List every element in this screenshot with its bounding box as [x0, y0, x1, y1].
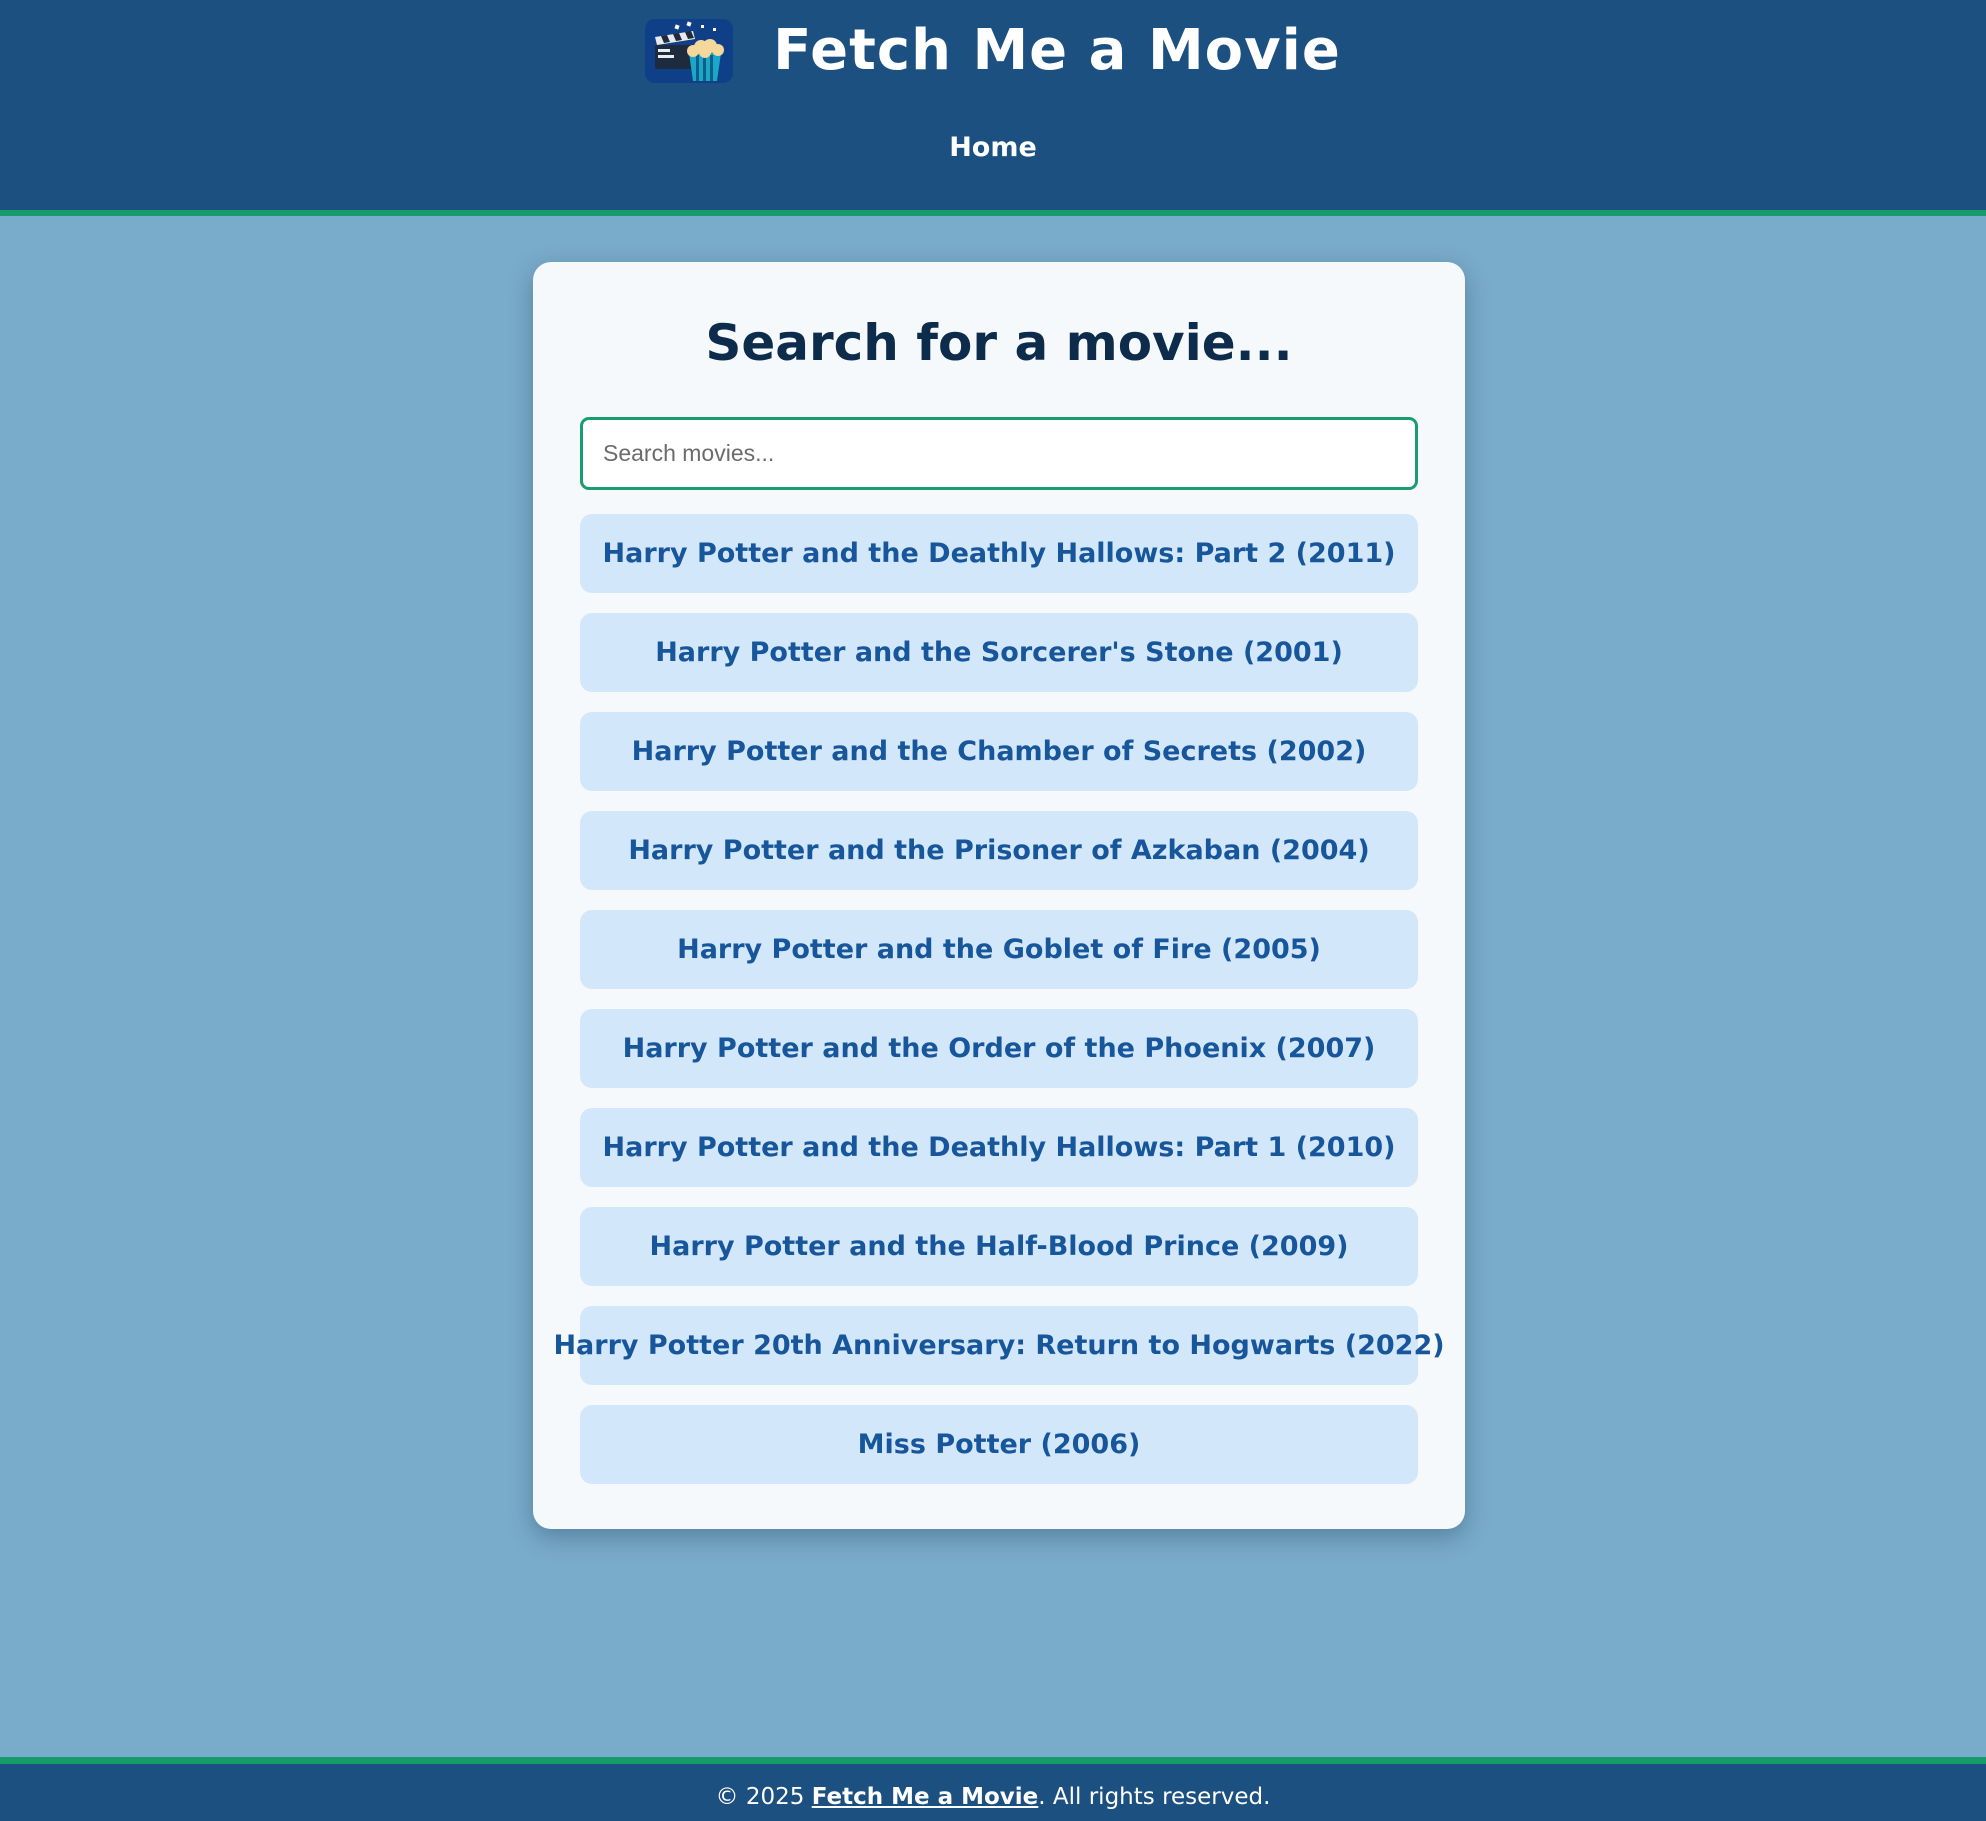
movie-result-item[interactable]: Harry Potter and the Order of the Phoeni… — [580, 1009, 1418, 1088]
movie-result-item[interactable]: Harry Potter and the Half-Blood Prince (… — [580, 1207, 1418, 1286]
footer-brand-link[interactable]: Fetch Me a Movie — [812, 1784, 1039, 1810]
nav-home-link[interactable]: Home — [949, 132, 1037, 163]
brand: Fetch Me a Movie — [0, 18, 1986, 83]
copyright-prefix: © 2025 — [715, 1784, 812, 1810]
movie-result-item[interactable]: Harry Potter 20th Anniversary: Return to… — [553, 1306, 1445, 1385]
movie-result-item[interactable]: Harry Potter and the Deathly Hallows: Pa… — [580, 514, 1418, 593]
search-input[interactable] — [580, 417, 1418, 490]
site-title: Fetch Me a Movie — [773, 18, 1341, 83]
movie-result-item[interactable]: Harry Potter and the Deathly Hallows: Pa… — [580, 1108, 1418, 1187]
copyright-text: © 2025 Fetch Me a Movie. All rights rese… — [0, 1784, 1986, 1810]
site-footer: © 2025 Fetch Me a Movie. All rights rese… — [0, 1757, 1986, 1821]
movie-result-item[interactable]: Harry Potter and the Prisoner of Azkaban… — [580, 811, 1418, 890]
main-nav: Home — [0, 132, 1986, 163]
search-card: Search for a movie... Harry Potter and t… — [533, 262, 1465, 1529]
page-title: Search for a movie... — [705, 314, 1293, 372]
site-header: Fetch Me a Movie Home — [0, 0, 1986, 216]
copyright-suffix: . All rights reserved. — [1038, 1784, 1271, 1810]
movie-result-item[interactable]: Harry Potter and the Goblet of Fire (200… — [580, 910, 1418, 989]
clapperboard-popcorn-icon[interactable] — [645, 18, 734, 83]
results-list: Harry Potter and the Deathly Hallows: Pa… — [553, 514, 1445, 1504]
movie-result-item[interactable]: Harry Potter and the Chamber of Secrets … — [580, 712, 1418, 791]
movie-result-item[interactable]: Harry Potter and the Sorcerer's Stone (2… — [580, 613, 1418, 692]
movie-result-item[interactable]: Miss Potter (2006) — [580, 1405, 1418, 1484]
